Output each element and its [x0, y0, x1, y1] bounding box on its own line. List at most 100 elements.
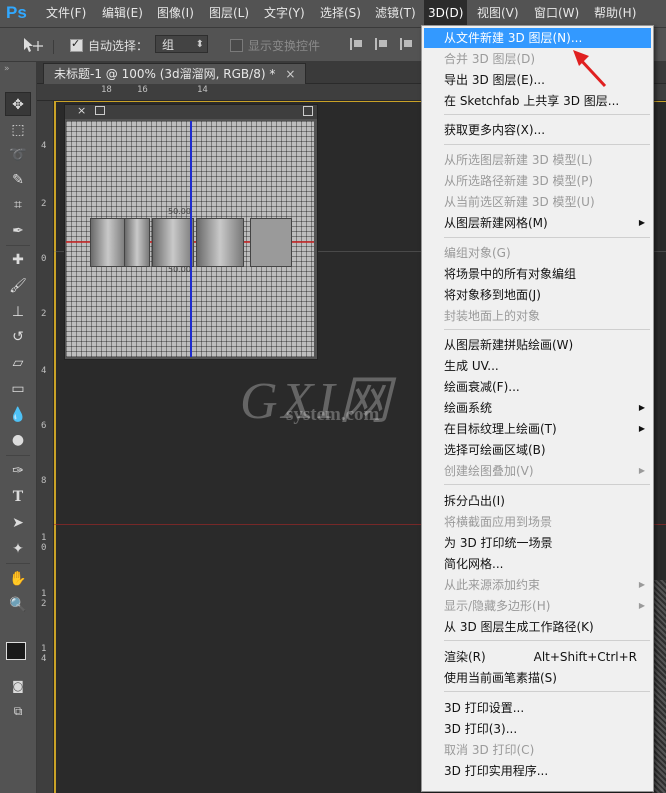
menu-item-generate-uvs[interactable]: 生成 UV... — [424, 356, 651, 376]
menu-item-3d-print-settings[interactable]: 3D 打印设置... — [424, 698, 651, 718]
swap-view-icon[interactable] — [303, 106, 313, 116]
show-transform-checkbox[interactable] — [230, 39, 243, 52]
pen-tool-icon[interactable]: ✑ — [5, 459, 31, 483]
close-view-icon[interactable]: × — [77, 104, 86, 117]
menu-file[interactable]: 文件(F) — [42, 0, 90, 27]
ruler-vertical: 4 2 0 2 4 6 8 1 0 1 2 1 4 — [37, 101, 54, 793]
show-transform-label: 显示变换控件 — [248, 39, 321, 53]
dodge-tool-icon[interactable]: ● — [5, 428, 31, 452]
menu-layer[interactable]: 图层(L) — [205, 0, 253, 27]
menu-window[interactable]: 窗口(W) — [530, 0, 583, 27]
menu-item-new-3d-layer-from-file[interactable]: 从文件新建 3D 图层(N)... — [424, 28, 651, 48]
menu-item-add-constraint: 从此来源添加约束 ▶ — [424, 575, 651, 595]
move-tool-icon[interactable]: ✥ — [5, 92, 31, 116]
3d-object[interactable] — [250, 218, 292, 267]
clone-stamp-tool-icon[interactable]: ⊥ — [5, 300, 31, 324]
ruler-label: 8 — [41, 476, 47, 486]
marquee-tool-icon[interactable]: ⬚ — [5, 118, 31, 142]
menu-item-select-paintable-areas[interactable]: 选择可绘画区域(B) — [424, 440, 651, 460]
ruler-label: 1 2 — [41, 589, 47, 609]
quick-select-tool-icon[interactable]: ✎ — [5, 168, 31, 192]
menu-shortcut: Alt+Shift+Ctrl+R — [533, 650, 637, 664]
quick-mask-icon[interactable]: ◙ — [5, 674, 31, 698]
menu-item-split-extrusion[interactable]: 拆分凸出(I) — [424, 491, 651, 511]
ground-plane-texture — [652, 580, 666, 793]
view-select-icon[interactable] — [95, 106, 105, 115]
ruler-label: 6 — [41, 421, 47, 431]
document-tab[interactable]: 未标题-1 @ 100% (3d溜溜网, RGB/8) * × — [43, 63, 307, 84]
menu-item-share-sketchfab[interactable]: 在 Sketchfab 上共享 3D 图层... — [424, 91, 651, 111]
menu-separator — [444, 640, 650, 641]
3d-object[interactable] — [124, 218, 150, 267]
menu-item-paint-system[interactable]: 绘画系统 ▶ — [424, 398, 651, 418]
3d-grid-view: 50.00 50.00 — [66, 121, 314, 357]
history-brush-tool-icon[interactable]: ↺ — [5, 325, 31, 349]
view-panel-header: × — [65, 104, 317, 119]
close-tab-icon[interactable]: × — [285, 67, 295, 81]
watermark-domain: system.com — [286, 404, 380, 425]
menu-edit[interactable]: 编辑(E) — [98, 0, 147, 27]
menu-help[interactable]: 帮助(H) — [590, 0, 640, 27]
options-divider — [53, 40, 54, 54]
hand-tool-icon[interactable]: ✋ — [5, 567, 31, 591]
dimension-label: 50.00 — [168, 207, 191, 216]
collapse-icon[interactable]: » — [4, 64, 10, 74]
menu-item-get-more-content[interactable]: 获取更多内容(X)... — [424, 120, 651, 140]
menu-separator — [444, 329, 650, 330]
custom-shape-tool-icon[interactable]: ✦ — [5, 537, 31, 561]
screen-mode-icon[interactable]: ⧉ — [5, 699, 31, 723]
brush-tool-icon[interactable]: 🖌 — [5, 274, 31, 298]
auto-select-label: 自动选择： — [88, 39, 149, 53]
gradient-tool-icon[interactable]: ▭ — [5, 377, 31, 401]
auto-select-checkbox[interactable] — [70, 37, 83, 52]
menu-item-move-to-ground[interactable]: 将对象移到地面(J) — [424, 285, 651, 305]
ruler-label: 1 4 — [41, 644, 47, 664]
menu-item-simplify-mesh[interactable]: 简化网格... — [424, 554, 651, 574]
align-bottom-icon[interactable] — [400, 38, 414, 50]
menu-select[interactable]: 选择(S) — [316, 0, 365, 27]
menu-item-unify-scene-for-print[interactable]: 为 3D 打印统一场景 — [424, 533, 651, 553]
blur-tool-icon[interactable]: 💧 — [5, 403, 31, 427]
menu-filter[interactable]: 滤镜(T) — [371, 0, 420, 27]
path-select-tool-icon[interactable]: ➤ — [5, 511, 31, 535]
menu-item-render[interactable]: 渲染(R) Alt+Shift+Ctrl+R — [424, 647, 651, 667]
menu-item-paint-on-target-texture[interactable]: 在目标纹理上绘画(T) ▶ — [424, 419, 651, 439]
menu-item-3d-print[interactable]: 3D 打印(3)... — [424, 719, 651, 739]
healing-brush-tool-icon[interactable]: ✚ — [5, 248, 31, 272]
align-top-icon[interactable] — [350, 38, 364, 50]
lasso-tool-icon[interactable]: ➰ — [5, 143, 31, 167]
menu-item-new-tiled-painting[interactable]: 从图层新建拼贴绘画(W) — [424, 335, 651, 355]
auto-select-dropdown[interactable]: 组 — [155, 35, 208, 54]
menu-item-sketch-with-brush[interactable]: 使用当前画笔素描(S) — [424, 668, 651, 688]
menu-view[interactable]: 视图(V) — [473, 0, 523, 27]
3d-object[interactable] — [196, 218, 244, 267]
menu-bar: Ps 文件(F) 编辑(E) 图像(I) 图层(L) 文字(Y) 选择(S) 滤… — [0, 0, 666, 28]
eyedropper-tool-icon[interactable]: ✒ — [5, 219, 31, 243]
ruler-label: 18 — [101, 85, 112, 95]
move-tool-icon[interactable] — [22, 37, 44, 53]
eraser-tool-icon[interactable]: ▱ — [5, 351, 31, 375]
menu-item-make-work-path[interactable]: 从 3D 图层生成工作路径(K) — [424, 617, 651, 637]
menu-item-3d-print-utilities[interactable]: 3D 打印实用程序... — [424, 761, 651, 781]
3d-object[interactable] — [90, 218, 126, 267]
ruler-label: 16 — [137, 85, 148, 95]
menu-3d[interactable]: 3D(D) — [424, 0, 468, 27]
menu-item-export-3d-layer[interactable]: 导出 3D 图层(E)... — [424, 70, 651, 90]
menu-item-paint-falloff[interactable]: 绘画衰减(F)... — [424, 377, 651, 397]
menu-item-new-3d-from-selection: 从当前选区新建 3D 模型(U) — [444, 195, 595, 209]
3d-object[interactable] — [152, 218, 194, 267]
menu-item-new-mesh-from-layer[interactable]: 从图层新建网格(M) ▶ — [424, 213, 651, 233]
menu-separator — [444, 237, 650, 238]
crop-tool-icon[interactable]: ⌗ — [5, 193, 31, 217]
type-tool-icon[interactable]: T — [5, 485, 31, 509]
foreground-color-swatch[interactable] — [6, 642, 26, 660]
menu-item-group-all-objects[interactable]: 将场景中的所有对象编组 — [424, 264, 651, 284]
menu-image[interactable]: 图像(I) — [153, 0, 198, 27]
ruler-label: 0 — [41, 254, 47, 264]
align-middle-icon[interactable] — [375, 38, 389, 50]
menu-item-group-objects: 编组对象(G) — [444, 246, 511, 260]
zoom-tool-icon[interactable]: 🔍 — [5, 593, 31, 617]
3d-secondary-view[interactable]: × 50.00 50.00 — [64, 104, 318, 360]
menu-type[interactable]: 文字(Y) — [260, 0, 309, 27]
menu-item-create-painting-overlay: 创建绘图叠加(V) ▶ — [424, 461, 651, 481]
